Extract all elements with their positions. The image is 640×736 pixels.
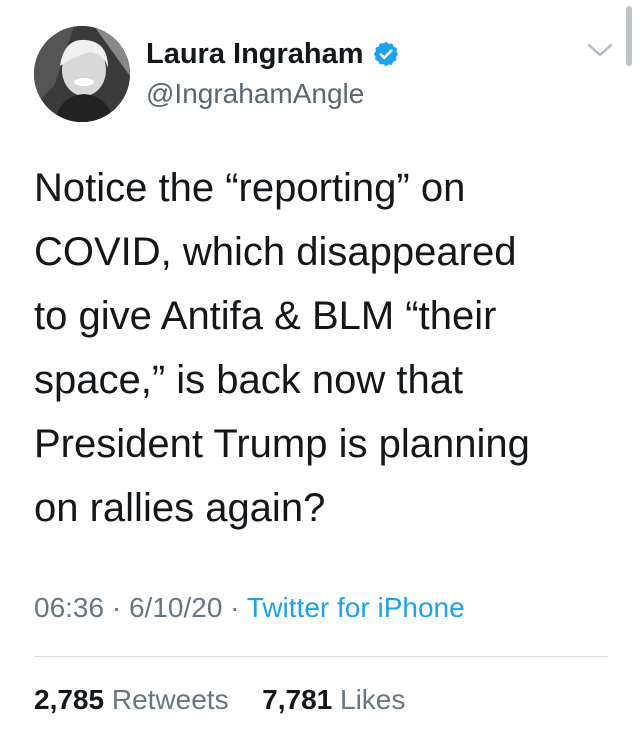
tweet-source-link[interactable]: Twitter for iPhone bbox=[247, 592, 465, 623]
retweets-stat[interactable]: 2,785 Retweets bbox=[34, 684, 236, 715]
likes-stat[interactable]: 7,781 Likes bbox=[262, 684, 405, 715]
verified-badge-icon bbox=[372, 40, 400, 68]
author-identity: Laura Ingraham @IngrahamAngle bbox=[146, 36, 400, 112]
scrollbar[interactable] bbox=[624, 0, 640, 736]
avatar[interactable] bbox=[34, 26, 130, 122]
tweet-header: Laura Ingraham @IngrahamAngle bbox=[34, 26, 624, 124]
tweet-time: 06:36 bbox=[34, 592, 105, 623]
divider bbox=[34, 656, 608, 657]
retweets-count: 2,785 bbox=[34, 684, 105, 715]
retweets-label: Retweets bbox=[111, 684, 229, 715]
tweet-card: Laura Ingraham @IngrahamAngle Notice the… bbox=[0, 0, 640, 736]
author-handle[interactable]: @IngrahamAngle bbox=[146, 76, 400, 112]
likes-count: 7,781 bbox=[262, 684, 333, 715]
chevron-down-icon[interactable] bbox=[585, 40, 615, 60]
scrollbar-thumb[interactable] bbox=[626, 6, 632, 66]
profile-photo-icon bbox=[34, 26, 130, 122]
tweet-text: Notice the “reporting” on COVID, which d… bbox=[34, 166, 530, 530]
likes-label: Likes bbox=[340, 684, 406, 715]
name-row: Laura Ingraham bbox=[146, 36, 400, 72]
author-display-name[interactable]: Laura Ingraham bbox=[146, 36, 364, 72]
tweet-date: 6/10/20 bbox=[128, 592, 223, 623]
tweet-stats: 2,785 Retweets 7,781 Likes bbox=[34, 680, 405, 720]
tweet-metadata: 06:36 · 6/10/20 · Twitter for iPhone bbox=[34, 588, 465, 628]
meta-separator: · bbox=[111, 592, 122, 623]
meta-separator: · bbox=[230, 592, 240, 623]
